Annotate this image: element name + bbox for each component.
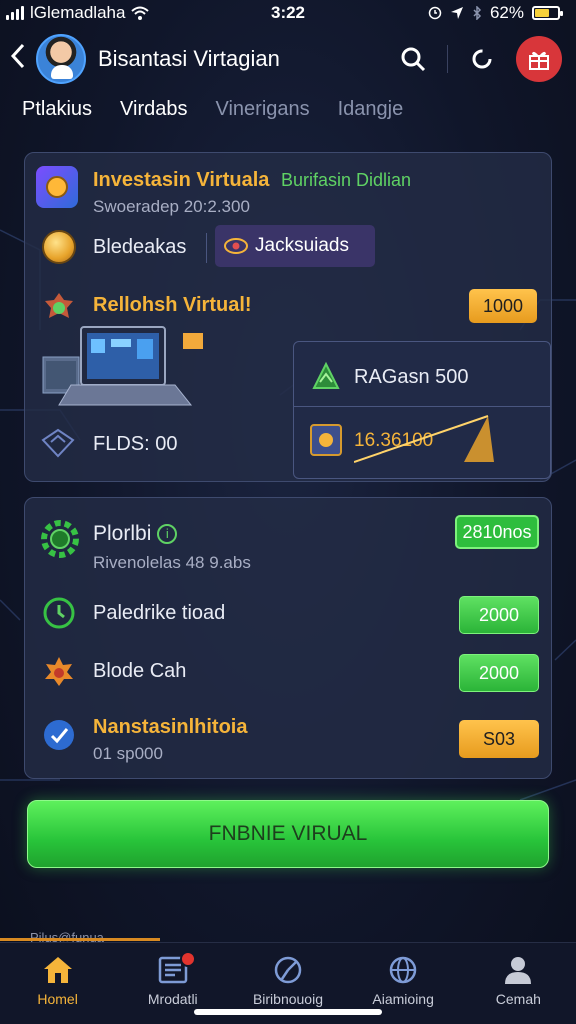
divider <box>294 406 550 407</box>
tab-virdabs[interactable]: Virdabs <box>120 98 187 121</box>
battery-percent: 62% <box>489 3 524 22</box>
app-title: Bisantasi Virtagian <box>98 46 280 71</box>
clock: 3:22 <box>270 3 306 22</box>
balance-label: Bledeakas <box>93 236 187 258</box>
row-label: Paledrike tioad <box>93 602 226 624</box>
profile-title-row: Plorlbi i <box>93 522 178 546</box>
nav-label: Aiamioing <box>372 991 434 1007</box>
row-value-button[interactable]: 2000 <box>459 654 539 692</box>
chevron-left-icon <box>10 43 25 68</box>
profile-badge[interactable]: 2810nos <box>455 515 539 549</box>
nav-globe[interactable]: Aiamioing <box>348 955 458 1007</box>
row-label: Nanstasinlhitoia <box>93 716 248 738</box>
chart-circle-icon <box>274 956 302 984</box>
user-icon <box>505 957 532 984</box>
jackpot-label: Jacksuiads <box>255 235 349 256</box>
wifi-icon <box>131 6 150 20</box>
coin-icon <box>42 230 76 264</box>
investment-app-icon <box>36 166 78 208</box>
bluetooth-icon <box>473 6 482 20</box>
badge-check-icon <box>42 718 76 757</box>
back-button[interactable] <box>0 43 36 76</box>
row-value-button[interactable]: S03 <box>459 720 539 758</box>
tab-ptlakius[interactable]: Ptlakius <box>22 98 92 121</box>
investment-title: Investasin Virtuala <box>93 169 270 191</box>
row-value-button[interactable]: 2000 <box>459 596 539 634</box>
coin-icon <box>46 176 68 198</box>
nav-label: Biribnouoig <box>252 991 323 1007</box>
primary-cta-button[interactable]: FNBNIE VIRUAL <box>27 800 549 868</box>
location-icon <box>450 7 463 19</box>
wallet-icon <box>310 424 342 456</box>
nav-label: Cemah <box>495 991 541 1007</box>
laptop-illustration <box>42 326 203 406</box>
nav-profile[interactable]: Cemah <box>463 955 573 1007</box>
profile-subtitle: Rivenolelas 48 9.abs <box>93 553 251 572</box>
growth-chart-icon <box>354 415 494 463</box>
arrow-up-icon <box>310 360 342 397</box>
clock-icon <box>42 596 76 635</box>
signal-icon <box>6 6 24 20</box>
search-icon <box>401 47 426 72</box>
divider <box>206 233 207 263</box>
divider <box>447 45 448 73</box>
status-right: 62% <box>428 3 563 23</box>
refresh-value-button[interactable]: 1000 <box>469 289 537 323</box>
jackpot-button[interactable]: Jacksuiads <box>215 225 375 267</box>
home-indicator <box>194 1009 382 1015</box>
nav-chart[interactable]: Biribnouoig <box>233 955 343 1007</box>
nav-news[interactable]: Mrodatli <box>118 951 228 1007</box>
refresh-virtual-icon <box>42 290 76 324</box>
refresh-icon <box>472 49 492 69</box>
battery-icon <box>532 6 563 20</box>
divider <box>0 938 160 941</box>
status-bar: lGlemadlaha 3:22 62% <box>0 0 576 26</box>
row-sublabel: 01 sp000 <box>93 744 163 763</box>
tab-idangje[interactable]: Idangje <box>338 98 404 121</box>
row-label: Blode Cah <box>93 660 187 682</box>
app-header: Bisantasi Virtagian <box>0 28 576 90</box>
search-button[interactable] <box>397 43 429 75</box>
investment-meta: Swoeradep 20:2.300 <box>93 197 250 216</box>
gift-button[interactable] <box>516 36 562 82</box>
refresh-virtual-label: Rellohsh Virtual! <box>93 294 252 316</box>
investment-card: Investasin Virtuala Burifasin Didlian Sw… <box>24 152 552 482</box>
rate-panel: RAGasn 500 16.36100 <box>293 341 551 479</box>
flow-label: FLDS: 00 <box>93 433 178 455</box>
nav-label: Homel <box>37 991 78 1007</box>
investment-title-row: Investasin Virtuala Burifasin Didlian <box>93 169 411 192</box>
nav-home[interactable]: Homel <box>3 955 113 1007</box>
investment-subtitle: Burifasin Didlian <box>280 170 412 190</box>
tab-bar: Ptlakius Virdabs Vinerigans Idangje <box>22 98 403 121</box>
gear-icon <box>37 516 83 567</box>
carrier-label: lGlemadlaha <box>30 3 126 22</box>
info-icon: i <box>157 524 178 544</box>
profile-card: Plorlbi i Rivenolelas 48 9.abs 2810nos P… <box>24 497 552 779</box>
shield-icon <box>41 428 75 463</box>
refresh-button[interactable] <box>466 43 498 75</box>
eye-icon <box>224 238 248 254</box>
notification-badge <box>179 951 196 967</box>
profile-title: Plorlbi <box>93 522 152 545</box>
avatar[interactable] <box>36 34 86 84</box>
battery-level <box>535 9 549 17</box>
rate-label: RAGasn 500 <box>354 366 469 388</box>
flame-icon <box>42 654 76 693</box>
home-icon <box>43 957 72 983</box>
nav-label: Mrodatli <box>147 991 198 1007</box>
globe-icon <box>389 956 417 984</box>
status-left: lGlemadlaha <box>6 3 150 23</box>
alarm-icon <box>428 6 442 20</box>
gift-icon <box>529 51 549 70</box>
header-actions <box>397 36 562 82</box>
tab-vinerigans[interactable]: Vinerigans <box>215 98 309 121</box>
